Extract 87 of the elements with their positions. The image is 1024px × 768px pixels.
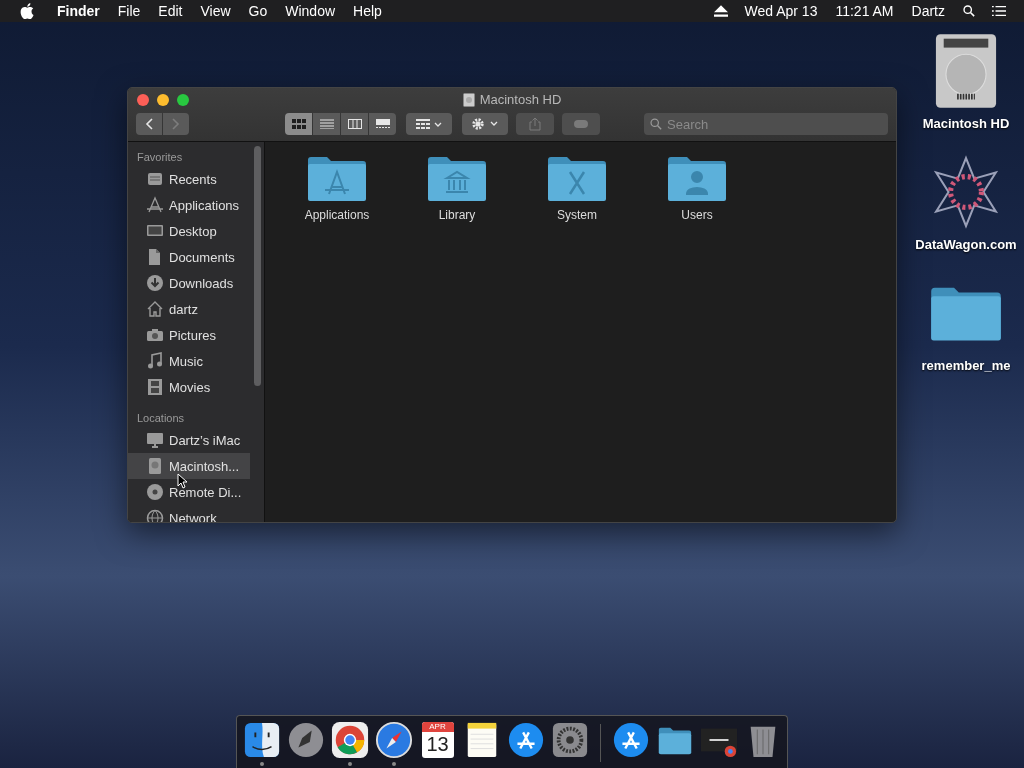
downloads-icon (146, 274, 164, 292)
compass-icon[interactable] (374, 720, 413, 759)
tag-icon (573, 119, 589, 129)
sidebar-item[interactable]: Dartz’s iMac (128, 427, 250, 453)
sidebar-item[interactable]: Movies (128, 374, 250, 400)
chrome-icon[interactable] (330, 720, 369, 759)
calendar-month: APR (421, 721, 454, 732)
grid-icon (291, 119, 306, 129)
recents-icon (146, 170, 164, 188)
list-view-button[interactable] (313, 113, 340, 135)
zoom-button[interactable] (177, 94, 189, 106)
user-name[interactable]: Dartz (902, 3, 954, 19)
sidebar-heading: Locations (136, 411, 186, 426)
list-icon (319, 119, 334, 129)
applications-folder-icon[interactable] (307, 154, 367, 202)
eject-icon[interactable] (713, 5, 728, 17)
sidebar-item[interactable]: dartz (128, 296, 250, 322)
library-folder-icon[interactable] (427, 154, 487, 202)
desktop-icon-label: Macintosh HD (922, 116, 1010, 131)
calendar-icon[interactable]: APR 13 (421, 721, 454, 758)
running-indicator (347, 761, 352, 766)
menu-item[interactable]: Go (239, 3, 277, 19)
folder-label: Applications (304, 208, 370, 222)
columns-view-button[interactable] (341, 113, 368, 135)
search-icon[interactable] (962, 5, 976, 17)
folder-label: Library (438, 208, 476, 222)
back-button[interactable] (136, 113, 162, 135)
folder-label: System (557, 208, 597, 222)
grid-dropdown-icon (416, 119, 442, 129)
sidebar-item[interactable]: Pictures (128, 322, 250, 348)
home-icon (146, 300, 164, 318)
sidebar-item[interactable]: Recents (128, 166, 250, 192)
finder-face-icon[interactable] (242, 720, 281, 759)
gear-dropdown-icon (471, 117, 499, 131)
music-icon (146, 352, 164, 370)
disc-icon (146, 483, 164, 501)
close-button[interactable] (137, 94, 149, 106)
columns-icon (347, 119, 362, 129)
window-title: Macintosh HD (479, 92, 562, 107)
running-indicator (259, 761, 264, 766)
calendar-day: 13 (426, 731, 449, 756)
chevron-right-icon (172, 118, 180, 130)
sidebar-heading: Favorites (136, 150, 184, 165)
pictures-icon (146, 326, 164, 344)
folder-label: Users (681, 208, 713, 222)
mouse-pointer-icon (177, 473, 187, 489)
system-folder-icon[interactable] (547, 154, 607, 202)
menu-item[interactable]: Window (276, 3, 345, 19)
search-field[interactable]: Search (644, 113, 888, 135)
sidebar-item[interactable]: Network (128, 505, 250, 522)
sidebar-item[interactable]: Desktop (128, 218, 250, 244)
settings-icon[interactable] (550, 720, 589, 759)
icon-view-button[interactable] (285, 113, 312, 135)
desktop-icon-label: remember_me (921, 358, 1011, 373)
sidebar-item[interactable]: Applications (128, 192, 250, 218)
app-store-icon[interactable] (506, 720, 545, 759)
sidebar-item[interactable]: Downloads (128, 270, 250, 296)
movies-icon (146, 378, 164, 396)
gallery-icon (375, 119, 390, 129)
minimize-button[interactable] (157, 94, 169, 106)
app-store-icon[interactable] (611, 720, 650, 759)
group-button[interactable] (406, 113, 452, 135)
menu-item[interactable]: Help (344, 3, 391, 19)
sidebar-item[interactable]: Documents (128, 244, 250, 270)
sidebar-item[interactable]: Remote Di... (128, 479, 250, 505)
menu-item[interactable]: Edit (149, 3, 192, 19)
sidebar-item[interactable]: Music (128, 348, 250, 374)
menu-item[interactable]: Finder (48, 3, 109, 19)
chevron-left-icon (145, 118, 153, 130)
menu-clock-time[interactable]: 11:21 AM (826, 3, 903, 19)
rocket-icon[interactable] (286, 720, 325, 759)
list-icon[interactable] (992, 5, 1006, 17)
desktop-icon-label: DataWagon.com (915, 237, 1017, 252)
sidebar-item[interactable]: Macintosh... (128, 453, 250, 479)
menu-clock-date[interactable]: Wed Apr 13 (735, 3, 827, 19)
share-icon (529, 117, 541, 131)
gallery-view-button[interactable] (369, 113, 396, 135)
computer-icon (146, 431, 164, 449)
action-button[interactable] (462, 113, 508, 135)
menu-item[interactable]: File (108, 3, 150, 19)
users-folder-icon[interactable] (667, 154, 727, 202)
menu-item[interactable]: View (191, 3, 240, 19)
apple-logo-icon[interactable] (20, 3, 34, 19)
applications-icon (146, 196, 164, 214)
running-indicator (391, 761, 396, 766)
scrollbar[interactable] (254, 146, 261, 386)
network-icon (146, 509, 164, 522)
